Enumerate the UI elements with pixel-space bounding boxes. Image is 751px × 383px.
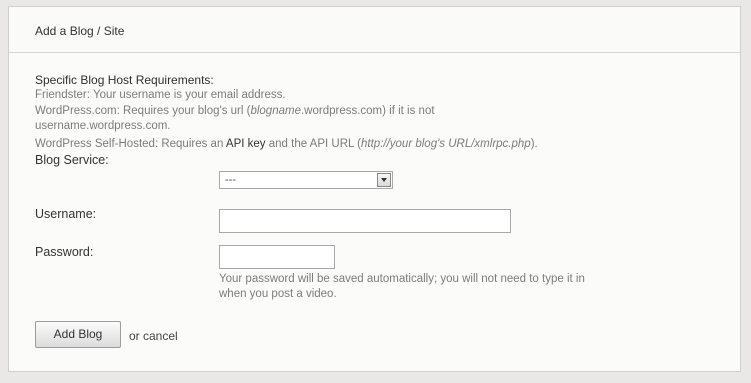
password-note-line1: Your password will be saved automaticall… [219, 273, 585, 285]
requirement-text: WordPress.com: Requires your blog's url … [35, 105, 251, 117]
api-url-text: http://your blog's URL/xmlrpc.php [361, 138, 531, 150]
username-label: Username: [35, 207, 97, 221]
api-key-text: API key [225, 138, 266, 150]
requirement-text: ). [530, 138, 538, 150]
dropdown-arrow-icon[interactable] [377, 173, 391, 187]
username-input[interactable] [219, 209, 511, 233]
panel-header: Add a Blog / Site [9, 7, 740, 53]
add-blog-button[interactable]: Add Blog [35, 321, 121, 348]
add-blog-panel: Add a Blog / Site Specific Blog Host Req… [8, 6, 741, 372]
blog-service-select[interactable]: --- [219, 171, 393, 189]
requirement-text: .wordpress.com) if it is not [300, 105, 435, 117]
requirements-heading: Specific Blog Host Requirements: [35, 73, 214, 87]
requirement-wordpress-com-line2: username.wordpress.com. [35, 120, 171, 132]
requirement-text: WordPress Self-Hosted: Requires an [35, 138, 226, 150]
requirement-text: and the API URL ( [265, 138, 362, 150]
password-note-line2: when you post a video. [219, 288, 337, 300]
blog-service-label: Blog Service: [35, 153, 109, 167]
requirement-friendster: Friendster: Your username is your email … [35, 89, 286, 101]
blog-service-selected-value: --- [225, 174, 236, 186]
cancel-link[interactable]: or cancel [129, 329, 178, 343]
password-input[interactable] [219, 245, 335, 269]
password-label: Password: [35, 245, 94, 259]
requirement-wordpress-selfhosted: WordPress Self-Hosted: Requires an API k… [35, 138, 538, 150]
panel-title: Add a Blog / Site [35, 24, 125, 38]
requirement-wordpress-com: WordPress.com: Requires your blog's url … [35, 105, 435, 117]
requirement-text-italic: blogname [250, 105, 301, 117]
